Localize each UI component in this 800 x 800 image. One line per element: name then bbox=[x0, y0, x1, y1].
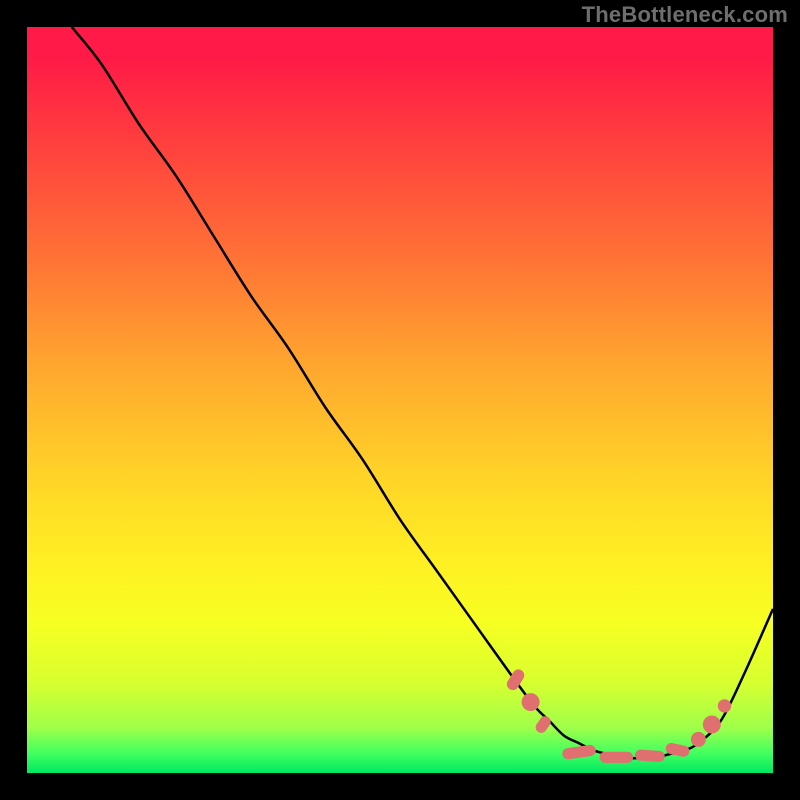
curve-marker-dot bbox=[718, 699, 731, 712]
bottleneck-curve bbox=[72, 27, 773, 758]
plot-area bbox=[27, 27, 773, 773]
curve-marker-dot bbox=[691, 732, 706, 747]
curve-marker-pill bbox=[533, 714, 552, 735]
curve-marker-pill bbox=[562, 744, 597, 760]
watermark-text: TheBottleneck.com bbox=[582, 2, 788, 28]
curve-marker-dot bbox=[522, 693, 540, 711]
chart-svg bbox=[27, 27, 773, 773]
curve-marker-pill bbox=[600, 752, 634, 763]
marker-layer bbox=[505, 667, 732, 763]
curve-marker-dot bbox=[703, 716, 721, 734]
curve-marker-pill bbox=[635, 749, 666, 762]
